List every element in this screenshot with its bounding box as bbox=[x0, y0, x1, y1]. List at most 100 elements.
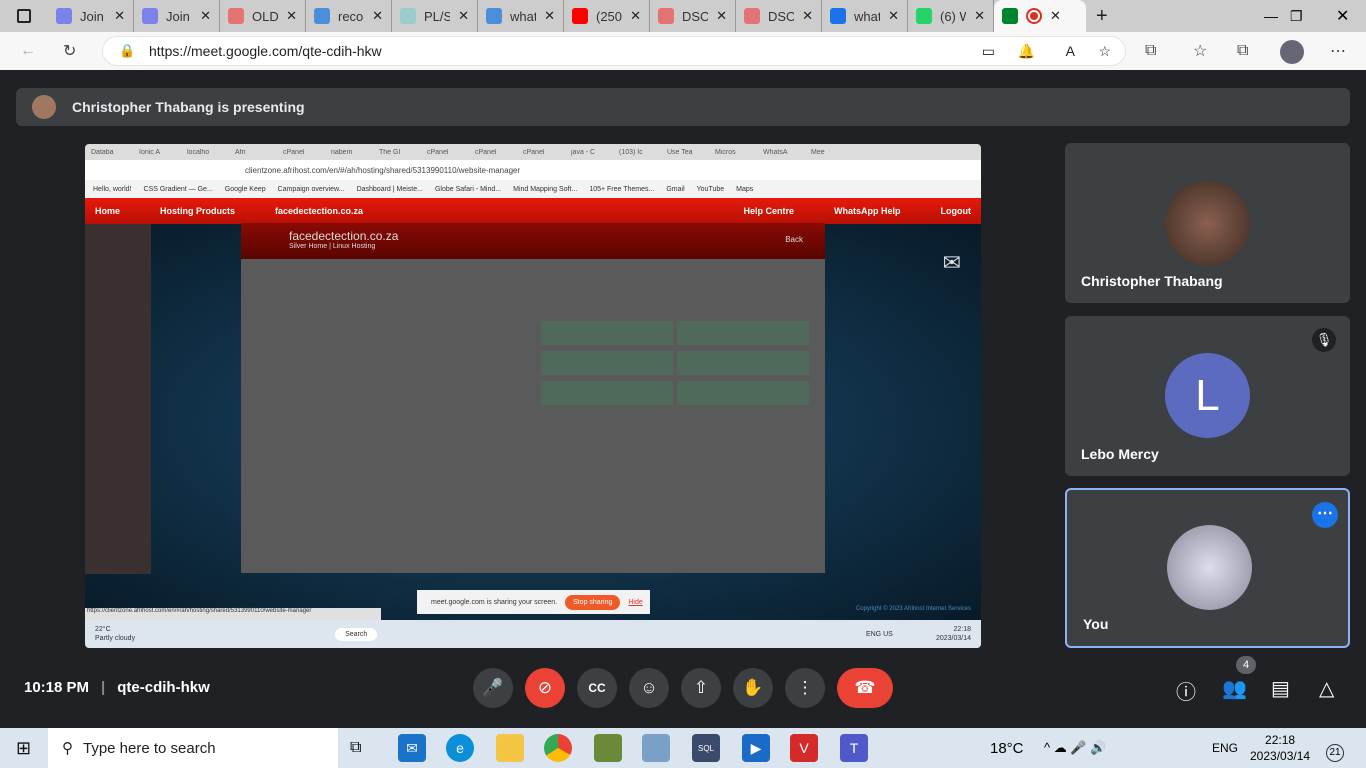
shared-site-nav: Home Hosting Products facedectection.co.za… bbox=[85, 198, 981, 224]
camera-off-button[interactable]: ⊘ bbox=[525, 668, 565, 708]
more-options-icon[interactable]: ⋯ bbox=[1312, 502, 1338, 528]
browser-tab[interactable]: PL/SC✕ bbox=[392, 0, 478, 32]
people-count-badge: 4 bbox=[1236, 656, 1256, 674]
back-icon[interactable]: ← bbox=[20, 42, 36, 60]
close-tab-icon[interactable]: ✕ bbox=[1050, 8, 1061, 24]
raise-hand-button[interactable]: ✋ bbox=[733, 668, 773, 708]
participant-tile-lebo[interactable]: 🎙 L Lebo Mercy bbox=[1065, 316, 1350, 476]
shared-bookmark: 105+ Free Themes... bbox=[589, 185, 655, 193]
shared-tab: localho bbox=[187, 148, 210, 156]
more-options-button[interactable]: ⋮ bbox=[785, 668, 825, 708]
favorite-icon[interactable]: ☆ bbox=[1098, 43, 1111, 60]
virtualbox-icon[interactable] bbox=[642, 734, 670, 762]
minimize-button[interactable]: — bbox=[1264, 8, 1278, 24]
collections-icon[interactable]: ⧉ bbox=[1237, 42, 1248, 60]
hide-link[interactable]: Hide bbox=[628, 599, 642, 606]
task-view-icon[interactable]: ⧉ bbox=[350, 739, 361, 757]
notification-blocked-icon[interactable]: 🔔 bbox=[1018, 43, 1035, 60]
participant-tile-christopher[interactable]: Christopher Thabang bbox=[1065, 143, 1350, 303]
more-icon[interactable]: ⋯ bbox=[1330, 41, 1346, 61]
stop-sharing-button[interactable]: Stop sharing bbox=[565, 594, 621, 610]
vivaldi-icon[interactable]: V bbox=[790, 734, 818, 762]
shared-bookmark: Gmail bbox=[666, 185, 685, 193]
browser-tab[interactable]: Join c✕ bbox=[48, 0, 134, 32]
close-tab-icon[interactable]: ✕ bbox=[716, 8, 727, 24]
extensions-icon[interactable]: ⧉ bbox=[1145, 42, 1156, 60]
start-button[interactable]: ⊞ bbox=[16, 738, 31, 759]
muted-mic-icon: 🎙 bbox=[1312, 328, 1336, 352]
close-tab-icon[interactable]: ✕ bbox=[286, 8, 297, 24]
file-explorer-icon[interactable] bbox=[496, 734, 524, 762]
browser-tab-bar: Join c✕Join c✕OLD✕recor✕PL/SC✕what✕(250)… bbox=[0, 0, 1366, 32]
browser-tab[interactable]: what ✕ bbox=[822, 0, 908, 32]
weather-temp[interactable]: 18°C bbox=[990, 740, 1024, 757]
close-tab-icon[interactable]: ✕ bbox=[888, 8, 899, 24]
close-window-button[interactable]: ✕ bbox=[1336, 6, 1349, 26]
camera-icon[interactable]: ▭ bbox=[982, 43, 995, 60]
shared-bookmark: Google Keep bbox=[224, 185, 266, 193]
mail-icon: ✉ bbox=[942, 250, 961, 275]
present-button[interactable]: ⇧ bbox=[681, 668, 721, 708]
close-tab-icon[interactable]: ✕ bbox=[974, 8, 985, 24]
shared-browser-tabs: Databa Ionic A localho Afri cPanel nabem The G… bbox=[85, 144, 981, 160]
app-icon[interactable] bbox=[594, 734, 622, 762]
system-tray-icons[interactable]: ^ ☁ 🎤 🔊 bbox=[1044, 740, 1106, 756]
chat-icon[interactable]: ▤ bbox=[1271, 676, 1290, 701]
search-icon bbox=[314, 8, 330, 24]
browser-tab[interactable]: what ✕ bbox=[478, 0, 564, 32]
taskbar-search[interactable]: ⚲ Type here to search bbox=[48, 728, 338, 768]
close-tab-icon[interactable]: ✕ bbox=[114, 8, 125, 24]
browser-tab[interactable]: DSO2✕ bbox=[736, 0, 822, 32]
close-tab-icon[interactable]: ✕ bbox=[200, 8, 211, 24]
windows-taskbar: ⊞ ⚲ Type here to search ⧉ 18°C ^ ☁ 🎤 🔊 EN… bbox=[0, 728, 1366, 768]
teams-icon bbox=[142, 8, 158, 24]
browser-tab[interactable]: (6) W✕ bbox=[908, 0, 994, 32]
search-icon bbox=[486, 8, 502, 24]
clock[interactable]: 22:18 2023/03/14 bbox=[1250, 732, 1310, 764]
close-tab-icon[interactable]: ✕ bbox=[372, 8, 383, 24]
browser-tab[interactable]: (250)✕ bbox=[564, 0, 650, 32]
chrome-icon[interactable] bbox=[544, 734, 572, 762]
shared-tab: WhatsA bbox=[763, 148, 788, 156]
favorites-icon[interactable]: ☆ bbox=[1193, 41, 1207, 61]
sql-icon[interactable]: SQL bbox=[692, 734, 720, 762]
p-icon bbox=[400, 8, 416, 24]
refresh-icon[interactable]: ↻ bbox=[63, 41, 76, 61]
restore-button[interactable]: ❐ bbox=[1290, 8, 1303, 25]
pdf-icon bbox=[658, 8, 674, 24]
tab-meet-active[interactable]: ✕ bbox=[994, 0, 1086, 32]
tab-actions-icon[interactable] bbox=[0, 9, 48, 23]
browser-tab[interactable]: Join c✕ bbox=[134, 0, 220, 32]
participant-tile-you[interactable]: ⋯ You bbox=[1065, 488, 1350, 648]
url-input[interactable]: 🔒 https://meet.google.com/qte-cdih-hkw ▭… bbox=[102, 36, 1126, 66]
youtube-icon bbox=[572, 8, 588, 24]
shared-tab: cPanel bbox=[283, 148, 305, 156]
people-icon[interactable]: 👥 bbox=[1222, 676, 1247, 701]
close-tab-icon[interactable]: ✕ bbox=[630, 8, 641, 24]
meeting-details-icon[interactable]: ⓘ bbox=[1176, 676, 1196, 705]
browser-tab[interactable]: recor✕ bbox=[306, 0, 392, 32]
browser-tab[interactable]: OLD ✕ bbox=[220, 0, 306, 32]
profile-avatar[interactable] bbox=[1280, 40, 1304, 64]
close-tab-icon[interactable]: ✕ bbox=[544, 8, 555, 24]
mail-app-icon[interactable]: ✉ bbox=[398, 734, 426, 762]
teams-icon[interactable]: T bbox=[840, 734, 868, 762]
leave-call-button[interactable]: ☎ bbox=[837, 668, 893, 708]
microphone-button[interactable]: 🎤 bbox=[473, 668, 513, 708]
shared-modal: facedectection.co.za Silver Home | Linux … bbox=[241, 223, 825, 573]
presenting-banner: Christopher Thabang is presenting bbox=[16, 88, 1350, 126]
read-aloud-icon[interactable]: A bbox=[1066, 43, 1075, 59]
notification-center[interactable]: 21 bbox=[1326, 744, 1344, 762]
close-tab-icon[interactable]: ✕ bbox=[802, 8, 813, 24]
captions-button[interactable]: CC bbox=[577, 668, 617, 708]
media-player-icon[interactable]: ▶ bbox=[742, 734, 770, 762]
shared-tab: Afri bbox=[235, 148, 246, 156]
edge-icon[interactable]: e bbox=[446, 734, 474, 762]
activities-icon[interactable]: △ bbox=[1319, 676, 1334, 701]
new-tab-button[interactable]: + bbox=[1096, 5, 1108, 28]
browser-tab[interactable]: DSO2✕ bbox=[650, 0, 736, 32]
emoji-button[interactable]: ☺ bbox=[629, 668, 669, 708]
shared-bookmark: Globe Safari - Mind... bbox=[434, 185, 502, 193]
shared-bookmark: Hello, world! bbox=[93, 185, 132, 193]
close-tab-icon[interactable]: ✕ bbox=[458, 8, 469, 24]
